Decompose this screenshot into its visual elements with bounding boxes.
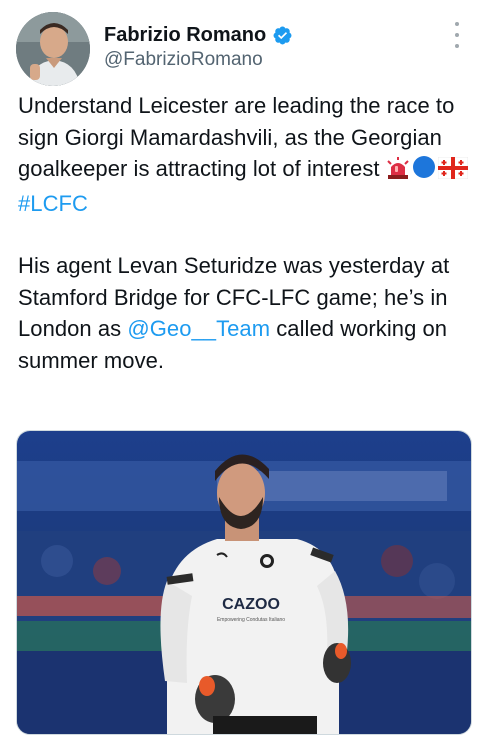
mention-link[interactable]: @Geo__Team: [127, 316, 270, 341]
shirt-subtext: Empowering Condutas Italiano: [217, 617, 285, 623]
more-dot: [455, 22, 459, 26]
more-dot: [455, 33, 459, 37]
more-options-icon[interactable]: [448, 22, 466, 48]
tweet-paragraph-2: His agent Levan Seturidze was yesterday …: [18, 250, 474, 376]
shirt-sponsor: CAZOO: [222, 596, 280, 613]
author-avatar[interactable]: [16, 12, 90, 86]
goalkeeper-photo: CAZOO Empowering Condutas Italiano: [17, 431, 471, 734]
tweet-media-image[interactable]: CAZOO Empowering Condutas Italiano: [16, 430, 472, 735]
tweet-paragraph-1: Understand Leicester are leading the rac…: [18, 90, 474, 219]
tweet-text: Understand Leicester are leading the rac…: [18, 90, 474, 376]
verified-badge-icon: [273, 26, 292, 45]
author-handle[interactable]: @FabrizioRomano: [104, 49, 263, 71]
siren-emoji: [386, 156, 410, 188]
georgia-flag-emoji: [437, 156, 468, 188]
blue-circle-emoji: [412, 155, 436, 188]
hashtag-link[interactable]: #LCFC: [18, 191, 88, 216]
author-display-name[interactable]: Fabrizio Romano: [104, 24, 266, 47]
author-name-row[interactable]: Fabrizio Romano: [104, 24, 293, 47]
avatar-photo: [16, 12, 90, 86]
more-dot: [455, 44, 459, 48]
